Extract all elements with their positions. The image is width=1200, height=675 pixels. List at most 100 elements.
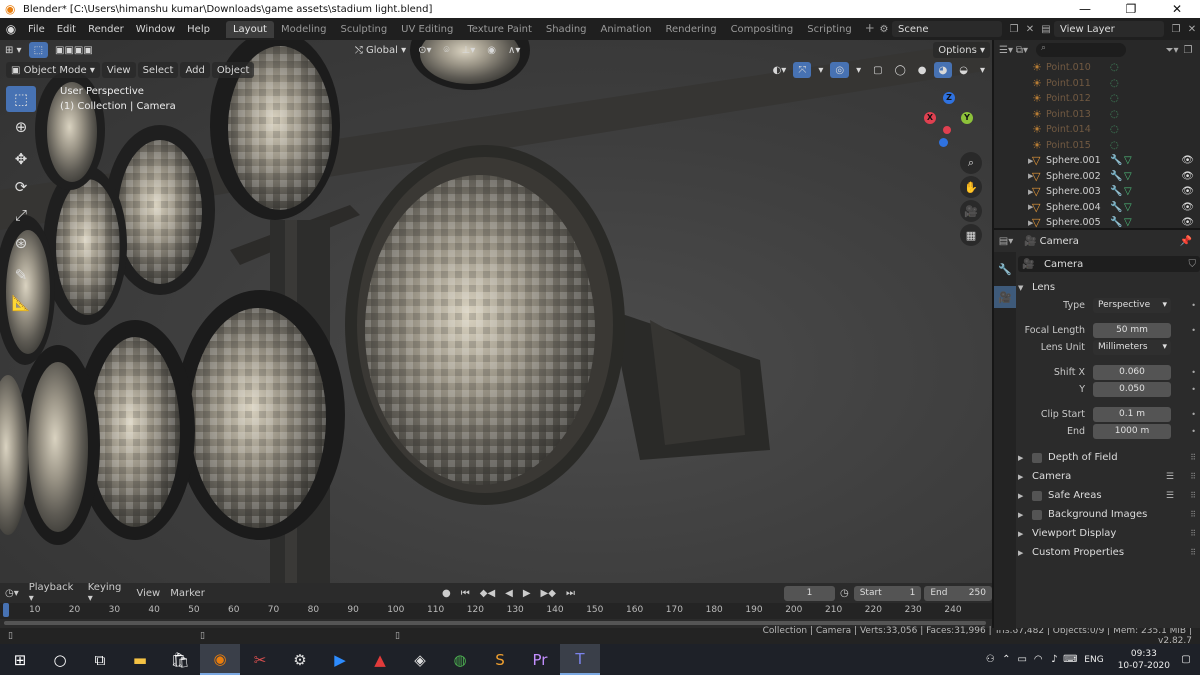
snap-icon[interactable]: ⌾ — [439, 42, 455, 58]
visibility-eye-icon[interactable]: 👁 — [1181, 217, 1194, 228]
rendered-shading-icon[interactable]: ◒ — [954, 62, 973, 78]
tab-texture-paint[interactable]: Texture Paint — [460, 21, 539, 38]
tab-scripting[interactable]: Scripting — [800, 21, 858, 38]
drag-handle-icon[interactable]: ⠿ — [1190, 472, 1196, 481]
outliner-row[interactable]: ☀ Point.013 ◌ — [994, 107, 1200, 123]
expand-arrow-icon[interactable]: ▶ — [1028, 157, 1033, 165]
menu-help[interactable]: Help — [181, 24, 216, 35]
keyframe-dot-icon[interactable]: • — [1191, 385, 1196, 394]
background-images-panel[interactable]: ▶ Background Images ⠿ — [1018, 505, 1200, 524]
preset-list-icon[interactable]: ☰ — [1166, 472, 1174, 482]
camera-name-field[interactable]: 🎥 Camera ⛉ — [1018, 256, 1200, 272]
3d-viewport[interactable]: ⊞ ▾ ⬚ ▣▣▣▣ ⤭ Global ▾ ⊙▾ ⌾ ⊥▾ ◉ ∧▾ Optio… — [0, 40, 992, 583]
proportional-edit-icon[interactable]: ◉ — [482, 42, 501, 58]
gizmo-dropdown-icon[interactable]: ▾ — [813, 62, 828, 78]
premiere-icon[interactable]: Pr — [520, 644, 560, 675]
menu-window[interactable]: Window — [130, 24, 181, 35]
editor-type-button[interactable]: ⊞ ▾ — [0, 42, 27, 58]
gizmo-toggle-icon[interactable]: ⤧ — [793, 62, 812, 78]
new-scene-icon[interactable]: ❐ — [1006, 21, 1022, 37]
view-layer-icon[interactable]: ▤ — [1038, 21, 1054, 37]
camera-view-icon[interactable]: 🎥 — [960, 200, 982, 222]
keyframe-dot-icon[interactable]: • — [1191, 301, 1196, 310]
properties-editor-type-icon[interactable]: ▤▾ — [998, 233, 1014, 249]
material-shading-icon[interactable]: ◕ — [933, 62, 953, 78]
outliner-row[interactable]: ▶ ▽ Sphere.002 🔧 ▽ 👁 — [994, 169, 1200, 185]
outliner-row[interactable]: ☀ Point.011 ◌ — [994, 76, 1200, 92]
tab-shading[interactable]: Shading — [539, 21, 594, 38]
add-menu[interactable]: Add — [180, 62, 210, 78]
wifi-icon[interactable]: ◠ — [1030, 652, 1046, 668]
keyframe-dot-icon[interactable]: • — [1191, 410, 1196, 419]
language-indicator[interactable]: ENG — [1078, 655, 1109, 665]
outliner-row[interactable]: ▶ ▽ Sphere.004 🔧 ▽ 👁 — [994, 200, 1200, 216]
outliner-row[interactable]: ▶ ▽ Sphere.005 🔧 ▽ 👁 — [994, 215, 1200, 228]
outliner-row[interactable]: ☀ Point.015 ◌ — [994, 138, 1200, 154]
view-menu[interactable]: View — [101, 62, 136, 78]
unity-icon[interactable]: ◈ — [400, 644, 440, 675]
play-reverse-icon[interactable]: ◀ — [500, 588, 518, 599]
overlay-toggle-icon[interactable]: ◎ — [830, 62, 850, 78]
timeline-view-menu[interactable]: View — [132, 588, 166, 599]
shading-dropdown-icon[interactable]: ▾ — [975, 62, 990, 78]
solid-shading-icon[interactable]: ● — [913, 62, 932, 78]
scale-icon[interactable]: ⤢ — [6, 202, 36, 228]
playhead[interactable] — [3, 603, 9, 617]
move-icon[interactable]: ✥ — [6, 146, 36, 172]
depth-of-field-checkbox[interactable] — [1032, 452, 1042, 463]
select-box-icon[interactable]: ⬚ — [6, 86, 36, 112]
file-explorer-icon[interactable]: ▬ — [120, 644, 160, 675]
menu-render[interactable]: Render — [82, 24, 130, 35]
zoom-icon[interactable]: ⌕ — [960, 152, 982, 174]
grid-view-icon[interactable]: ▦ — [960, 224, 982, 246]
people-icon[interactable]: ⚇ — [982, 652, 998, 668]
end-frame-field[interactable]: End 250 — [924, 585, 992, 601]
keying-menu[interactable]: Keying ▾ — [83, 582, 132, 604]
teams-icon[interactable]: T — [560, 644, 600, 675]
new-collection-icon[interactable]: ❐ — [1180, 42, 1196, 58]
cursor-icon[interactable]: ⊕ — [6, 114, 36, 140]
tab-sculpting[interactable]: Sculpting — [333, 21, 394, 38]
frame-ruler[interactable]: 10 20 30 40 50 60 70 80 90 100 110 120 130 140 150 160 1… — [0, 603, 992, 619]
view-layer-selector[interactable]: View Layer — [1054, 21, 1164, 37]
modifier-wrench-icon[interactable]: 🔧 — [1110, 186, 1124, 197]
viewport-display-panel[interactable]: ▶ Viewport Display ⠿ — [1018, 524, 1200, 543]
selection-modes-icon[interactable]: ▣▣▣▣ — [50, 42, 98, 58]
outliner-row[interactable]: ☀ Point.012 ◌ — [994, 91, 1200, 107]
rotate-icon[interactable]: ⟳ — [6, 174, 36, 200]
shift-x-field[interactable]: 0.060 — [1093, 364, 1171, 380]
safe-areas-checkbox[interactable] — [1032, 490, 1042, 501]
zoom-app-icon[interactable]: ▶ — [320, 644, 360, 675]
expand-arrow-icon[interactable]: ▶ — [1028, 203, 1033, 211]
delete-view-layer-icon[interactable]: ✕ — [1184, 21, 1200, 37]
wireframe-shading-icon[interactable]: ◯ — [890, 62, 911, 78]
record-icon[interactable]: ● — [437, 588, 456, 599]
chrome-icon[interactable]: ◍ — [440, 644, 480, 675]
keyboard-icon[interactable]: ⌨ — [1062, 652, 1078, 668]
maximize-button[interactable]: ❐ — [1108, 2, 1154, 16]
tab-rendering[interactable]: Rendering — [658, 21, 723, 38]
timeline-editor-type-icon[interactable]: ◷▾ — [0, 588, 24, 599]
play-icon[interactable]: ▶ — [518, 588, 536, 599]
drag-handle-icon[interactable]: ⠿ — [1190, 548, 1196, 557]
select-mode-icon[interactable]: ⬚ — [28, 42, 49, 58]
mesh-data-icon[interactable]: ▽ — [1124, 217, 1138, 228]
filter-icon[interactable]: ⏷▾ — [1164, 42, 1180, 58]
steam-icon[interactable]: ⚙ — [280, 644, 320, 675]
navigation-gizmo[interactable]: Z X Y — [924, 90, 974, 150]
preset-list-icon[interactable]: ☰ — [1166, 491, 1174, 501]
expand-arrow-icon[interactable]: ▶ — [1028, 172, 1033, 180]
playback-menu[interactable]: Playback ▾ — [24, 582, 83, 604]
focal-length-field[interactable]: 50 mm — [1093, 322, 1171, 338]
search-circle-icon[interactable]: ○ — [40, 644, 80, 675]
snap-target-icon[interactable]: ⊥▾ — [457, 42, 481, 58]
visibility-eye-icon[interactable]: 👁 — [1181, 171, 1194, 182]
lens-panel-header[interactable]: ▼ Lens — [1018, 278, 1200, 297]
custom-properties-panel[interactable]: ▶ Custom Properties ⠿ — [1018, 543, 1200, 562]
fake-user-shield-icon[interactable]: ⛉ — [1189, 259, 1197, 270]
depth-of-field-panel[interactable]: ▶ Depth of Field ⠿ — [1018, 448, 1200, 467]
mesh-data-icon[interactable]: ▽ — [1124, 202, 1138, 213]
outliner-row[interactable]: ☀ Point.010 ◌ — [994, 60, 1200, 76]
mesh-data-icon[interactable]: ▽ — [1124, 171, 1138, 182]
prev-keyframe-icon[interactable]: ◆◀ — [475, 588, 500, 599]
